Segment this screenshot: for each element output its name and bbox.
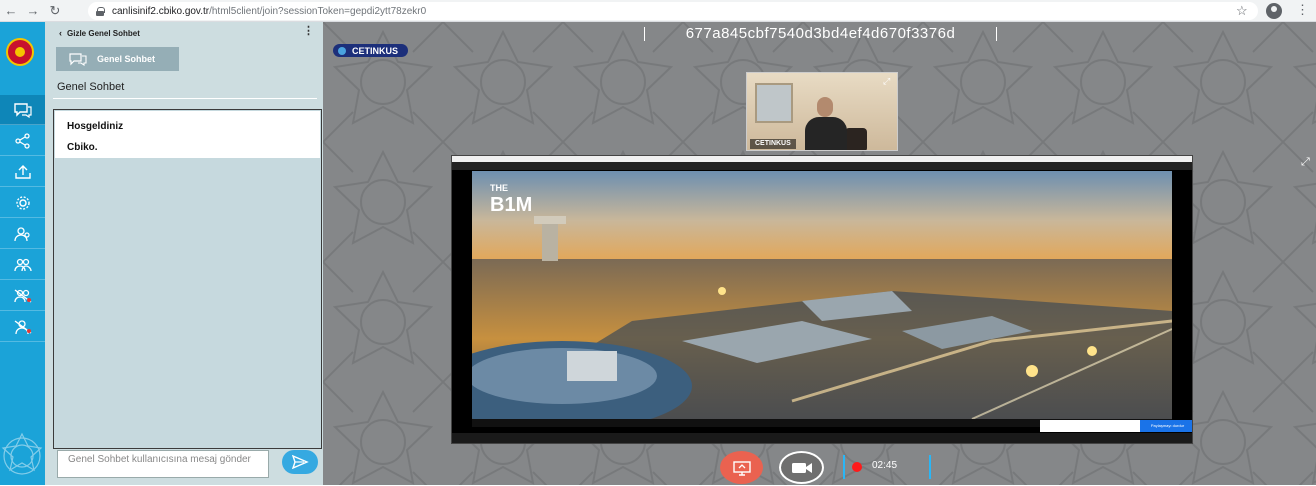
forward-icon[interactable]: → [22, 0, 44, 22]
group-icon [13, 258, 32, 271]
chat-message: Cbiko. [67, 142, 98, 153]
lock-icon [96, 6, 105, 16]
browser-menu-icon[interactable]: ⋮ [1296, 2, 1309, 18]
recording-indicator-icon[interactable] [852, 462, 862, 472]
url-path: /html5client/join?sessionToken=gepdi2ytt… [209, 5, 427, 17]
stop-sharing-button[interactable]: Paylaşmayı durdur [1140, 420, 1192, 432]
user-muted-icon [14, 319, 31, 334]
presenter-icon [338, 46, 346, 55]
group-muted-icon [13, 288, 31, 303]
profile-avatar-icon[interactable] [1266, 3, 1282, 19]
send-message-button[interactable] [282, 450, 318, 474]
rail-upload-button[interactable] [0, 157, 45, 187]
chat-icon [13, 102, 32, 118]
chevron-left-icon: ‹ [59, 28, 62, 38]
hide-chat-button[interactable]: ‹ Gizle Genel Sohbet [59, 26, 140, 40]
rail-participants-button[interactable] [0, 219, 45, 249]
rail-groups-button[interactable] [0, 250, 45, 280]
webcam-chair [845, 128, 867, 150]
presenter-badge[interactable]: CETINKUS [333, 44, 409, 57]
rail-mute-group-button[interactable] [0, 281, 45, 311]
back-icon[interactable]: ← [0, 0, 22, 22]
send-icon [291, 455, 309, 469]
chat-message-input[interactable]: Genel Sohbet kullanıcısına mesaj gönder [57, 450, 269, 478]
webcam-background-window [755, 83, 793, 123]
video-brand-text: B1M [490, 194, 532, 216]
shared-window-tabbar [452, 162, 1192, 170]
url-host: canlisinif2.cbiko.gov.tr [112, 5, 210, 17]
share-notification: Paylaşmayı durdur [1040, 420, 1192, 432]
left-nav-rail [0, 22, 45, 485]
webcam-tile[interactable]: CETINKUS ⤢ [746, 72, 898, 151]
rail-chat-button[interactable] [0, 95, 45, 125]
browser-toolbar: ← → ↻ canlisinif2.cbiko.gov.tr /html5cli… [0, 0, 1316, 22]
video-camera-icon [791, 462, 812, 473]
chat-panel: ‹ Gizle Genel Sohbet ⋮ Genel Sohbet Gene… [45, 22, 323, 485]
chat-title: Genel Sohbet [57, 81, 125, 93]
expand-webcam-icon[interactable]: ⤢ [883, 76, 893, 86]
hide-chat-label: Gizle Genel Sohbet [67, 28, 140, 38]
rail-mute-user-button[interactable] [0, 312, 45, 342]
screen-share-icon [732, 460, 751, 476]
screen-share-view[interactable]: THE B1M Paylaşmayı durdur [451, 155, 1193, 444]
recording-timer: 02:45 [872, 460, 898, 471]
recording-separator [929, 455, 931, 479]
webcam-person-body [805, 117, 847, 150]
shared-taskbar [452, 433, 1192, 443]
users-icon [13, 226, 30, 241]
public-chat-tab-label: Genel Sohbet [97, 54, 156, 64]
share-icon [14, 132, 30, 149]
address-bar[interactable]: canlisinif2.cbiko.gov.tr /html5client/jo… [88, 2, 1258, 20]
bookmark-star-icon[interactable]: ☆ [1236, 3, 1248, 19]
camera-toggle-button[interactable] [779, 451, 824, 484]
recording-separator [843, 455, 845, 479]
chat-options-icon[interactable]: ⋮ [303, 24, 314, 37]
presenter-name: CETINKUS [352, 45, 399, 56]
svg-text:THE: THE [490, 183, 508, 193]
rail-ornament [1, 432, 43, 475]
shared-video-airport: THE B1M [472, 171, 1172, 419]
chat-divider [53, 98, 317, 99]
chat-bubbles-icon [69, 53, 87, 66]
upload-icon [14, 164, 31, 179]
institution-logo [6, 38, 34, 66]
rail-settings-button[interactable] [0, 188, 45, 218]
webcam-user-label: CETINKUS [750, 139, 796, 149]
gear-icon [15, 195, 30, 210]
reload-icon[interactable]: ↻ [44, 0, 66, 22]
chat-message: Hosgeldiniz [67, 121, 124, 132]
message-list-container[interactable]: Hosgeldiniz Cbiko. [53, 109, 322, 449]
public-chat-tab-button[interactable]: Genel Sohbet [56, 47, 179, 71]
conference-main-area: 677a845cbf7540d3bd4ef4d670f3376d CETINKU… [323, 22, 1316, 485]
rail-share-button[interactable] [0, 126, 45, 156]
action-bar: 02:45 [323, 450, 1316, 485]
screen-share-button[interactable] [720, 451, 763, 484]
message-list: Hosgeldiniz Cbiko. [55, 111, 320, 158]
webcam-person-head [817, 97, 833, 117]
session-title: 677a845cbf7540d3bd4ef4d670f3376d [644, 25, 997, 43]
fullscreen-icon[interactable]: ⤢ [1301, 156, 1310, 169]
